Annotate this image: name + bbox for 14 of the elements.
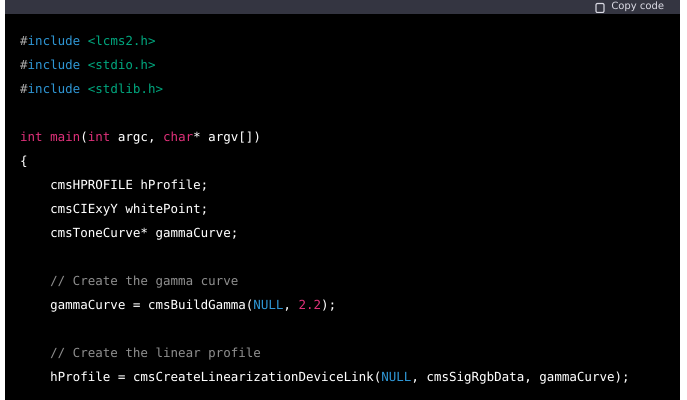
code-line: // Create the gamma curve (49, 272, 240, 290)
code-line: cmsHPROFILE hProfile; (49, 176, 210, 194)
code-line: // Create the linear profile (49, 344, 262, 362)
clipboard-icon (595, 2, 606, 12)
code-line: #include <stdio.h> (20, 56, 156, 74)
code-line: #include <lcms2.h> (20, 32, 156, 50)
code-line: gammaCurve = cmsBuildGamma(NULL, 2.2); (49, 296, 338, 314)
code-line: #include <stdlib.h> (20, 80, 164, 98)
code-line: cmsToneCurve* gammaCurve; (49, 224, 240, 242)
copy-code-button[interactable]: Copy code (595, 1, 664, 13)
code-line: hProfile = cmsCreateLinearizationDeviceLink(NULL, cmsSigRgbData, gammaCurve); (49, 368, 631, 386)
code-line: int main(int argc, char* argv[]) (20, 128, 262, 146)
code-line: { (20, 152, 29, 170)
code-line: cmsCIExyY whitePoint; (49, 200, 210, 218)
